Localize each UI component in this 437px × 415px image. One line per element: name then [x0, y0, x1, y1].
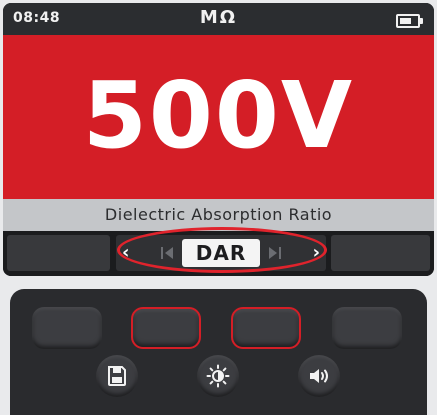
brightness-button[interactable] [197, 355, 239, 397]
speaker-icon [310, 369, 328, 383]
test-voltage: 500V [82, 62, 355, 169]
softkey-1[interactable] [32, 307, 102, 349]
highlight-ring [117, 227, 327, 273]
status-bar: 08:48 MΩ [3, 3, 434, 35]
soft-tab-1[interactable] [7, 235, 110, 271]
brightness-icon [206, 364, 230, 388]
measurement-unit: MΩ [199, 7, 238, 28]
softkey-3[interactable] [231, 307, 301, 349]
battery-level [400, 18, 411, 24]
battery-icon [396, 14, 423, 28]
softkey-4[interactable] [332, 307, 402, 349]
save-icon [108, 366, 126, 386]
save-button[interactable] [96, 355, 138, 397]
soft-tab-4[interactable] [331, 235, 430, 271]
softkey-2[interactable] [131, 307, 201, 349]
keypad [10, 289, 427, 415]
speaker-button[interactable] [298, 355, 340, 397]
voltage-display: 500V [3, 35, 434, 199]
